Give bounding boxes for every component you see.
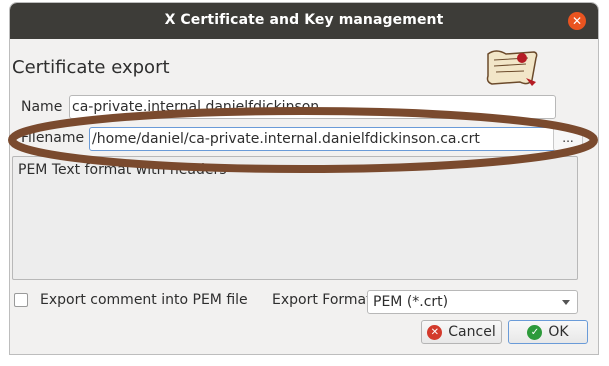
cancel-button-label: Cancel bbox=[448, 324, 496, 340]
window-title: X Certificate and Key management bbox=[164, 12, 444, 28]
format-description: PEM Text format with headers bbox=[12, 156, 578, 280]
browse-button[interactable]: ... bbox=[553, 127, 583, 151]
dropdown-arrow-icon bbox=[562, 300, 570, 305]
export-format-select[interactable]: PEM (*.crt) bbox=[367, 290, 578, 314]
logo-scroll-icon bbox=[486, 50, 538, 86]
ok-check-icon: ✓ bbox=[527, 324, 543, 340]
title-bar: X Certificate and Key management ✕ bbox=[10, 3, 598, 39]
cancel-button[interactable]: ✕ Cancel bbox=[421, 320, 502, 344]
name-field[interactable]: ca-private.internal.danielfdickinson bbox=[69, 95, 556, 119]
ok-button-label: OK bbox=[548, 324, 569, 340]
export-comment-checkbox[interactable] bbox=[14, 293, 28, 307]
close-icon[interactable]: ✕ bbox=[568, 12, 586, 30]
format-description-text: PEM Text format with headers bbox=[18, 162, 227, 178]
ok-button[interactable]: ✓ OK bbox=[508, 320, 588, 344]
export-format-value: PEM (*.crt) bbox=[373, 294, 449, 310]
name-label: Name bbox=[21, 99, 63, 115]
export-format-label: Export Format bbox=[272, 292, 372, 308]
filename-label: Filename bbox=[21, 130, 85, 146]
filename-field[interactable]: /home/daniel/ca-private.internal.danielf… bbox=[89, 127, 556, 151]
export-comment-label[interactable]: Export comment into PEM file bbox=[40, 292, 248, 308]
page-title: Certificate export bbox=[12, 57, 170, 78]
cancel-icon: ✕ bbox=[427, 324, 443, 340]
